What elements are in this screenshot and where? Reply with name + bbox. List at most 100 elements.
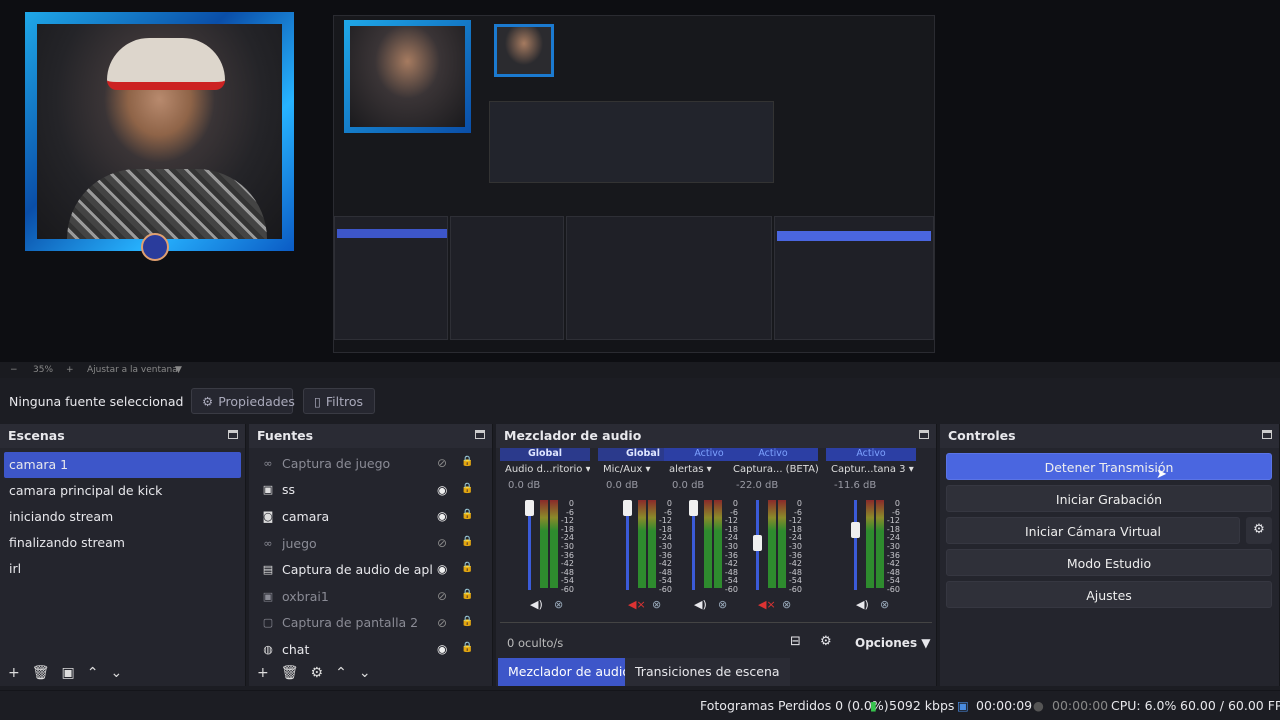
chevron-down-icon[interactable]: ⌄: [110, 665, 122, 681]
scene-list: camara 1 camara principal de kick inicia…: [0, 448, 245, 582]
tab-scene-transitions[interactable]: Transiciones de escena: [625, 658, 790, 686]
filters-button[interactable]: ▯ Filtros: [303, 388, 375, 414]
gamepad-icon: ∞: [263, 456, 273, 470]
chevron-up-icon[interactable]: ⌃: [87, 665, 99, 681]
fit-window-label[interactable]: Ajustar a la ventana: [87, 365, 178, 375]
lock-icon[interactable]: 🔒: [461, 642, 473, 654]
monitor-icon[interactable]: ⊗: [782, 598, 791, 611]
eye-icon[interactable]: ◉: [437, 562, 447, 576]
volume-slider[interactable]: [854, 500, 857, 590]
scene-item[interactable]: iniciando stream: [0, 504, 245, 530]
channel-db: -11.6 dB: [834, 480, 877, 491]
dock-header: Mezclador de audio: [496, 424, 936, 448]
source-item[interactable]: ◙ camara ◉ 🔒: [249, 503, 492, 530]
lock-icon[interactable]: 🔒: [461, 562, 473, 574]
source-item[interactable]: ∞ juego ⊘ 🔒: [249, 530, 492, 557]
settings-button[interactable]: Ajustes: [946, 581, 1272, 608]
channel-tag: Activo: [728, 448, 818, 461]
scene-item[interactable]: finalizando stream: [0, 530, 245, 556]
scene-item[interactable]: camara principal de kick: [0, 478, 245, 504]
eye-off-icon[interactable]: ⊘: [437, 456, 447, 470]
mute-icon[interactable]: ◀×: [628, 598, 646, 611]
lock-icon[interactable]: 🔒: [461, 456, 473, 468]
filter-icon[interactable]: ▣: [62, 665, 75, 681]
db-scale: 0 -6 -12 -18 -24 -30 -36 -42 -48 -54 -60: [886, 499, 900, 594]
chevron-down-icon[interactable]: ▼: [175, 365, 182, 375]
properties-button[interactable]: ⚙ Propiedades: [191, 388, 295, 414]
scene-item[interactable]: irl: [0, 556, 245, 582]
preview-canvas[interactable]: [0, 0, 1280, 362]
source-label: camara: [282, 508, 330, 524]
fps: 60.00 / 60.00 FPS: [1180, 698, 1280, 713]
source-item[interactable]: ▣ oxbrai1 ⊘ 🔒: [249, 583, 492, 610]
volume-knob[interactable]: [851, 521, 860, 538]
eye-off-icon[interactable]: ⊘: [437, 589, 447, 603]
monitor-icon[interactable]: ⊗: [652, 598, 661, 611]
record-icon: ●: [1033, 698, 1044, 713]
undock-icon[interactable]: [228, 430, 238, 439]
mixer-channel: ActivoCaptura... (BETA) ▾ -22.0 dB 0-6-12-…: [728, 448, 818, 618]
eye-icon[interactable]: ◉: [437, 509, 447, 523]
mute-icon[interactable]: ◀): [530, 598, 543, 611]
mute-icon[interactable]: ◀): [856, 598, 869, 611]
lock-icon[interactable]: 🔒: [461, 509, 473, 521]
volume-knob[interactable]: [623, 500, 632, 516]
lock-icon[interactable]: 🔒: [461, 536, 473, 548]
studio-mode-button[interactable]: Modo Estudio: [946, 549, 1272, 576]
zoom-in-button[interactable]: +: [66, 365, 74, 375]
trash-icon[interactable]: 🗑: [32, 665, 50, 681]
gear-icon: ⚙: [202, 393, 214, 409]
gear-icon[interactable]: ⚙: [311, 665, 324, 681]
add-icon[interactable]: +: [257, 665, 269, 681]
trash-icon[interactable]: 🗑: [281, 665, 299, 681]
monitor-icon[interactable]: ⊗: [718, 598, 727, 611]
start-recording-button[interactable]: Iniciar Grabación: [946, 485, 1272, 512]
channel-name[interactable]: Audio d...ritorio ▾: [500, 461, 590, 478]
chevron-down-icon[interactable]: ⌄: [359, 665, 371, 681]
lock-icon[interactable]: 🔒: [461, 616, 473, 628]
channel-tag: Global: [500, 448, 590, 461]
lock-icon[interactable]: 🔒: [461, 483, 473, 495]
advanced-audio-icon[interactable]: ⚙: [820, 634, 832, 649]
scene-item[interactable]: camara 1: [4, 452, 241, 478]
monitor-icon[interactable]: ⊗: [880, 598, 889, 611]
dock-title: Mezclador de audio: [504, 428, 642, 443]
eye-icon[interactable]: ◉: [437, 483, 447, 497]
status-bar: Fotogramas Perdidos 0 (0.0%) ▮ 5092 kbps…: [0, 690, 1280, 720]
volume-knob[interactable]: [689, 500, 698, 516]
volume-knob[interactable]: [753, 535, 762, 552]
lock-icon[interactable]: 🔒: [461, 589, 473, 601]
source-item[interactable]: ∞ Captura de juego ⊘ 🔒: [249, 450, 492, 477]
tab-audio-mixer[interactable]: Mezclador de audio: [498, 658, 640, 686]
undock-icon[interactable]: [919, 430, 929, 439]
dock-title: Controles: [948, 428, 1016, 443]
source-item[interactable]: ▤ Captura de audio de aplicación ◉ 🔒: [249, 556, 492, 583]
layout-icon[interactable]: ⊟: [790, 634, 801, 649]
source-item[interactable]: ▢ Captura de pantalla 2 ⊘ 🔒: [249, 610, 492, 637]
eye-off-icon[interactable]: ⊘: [437, 616, 447, 630]
stop-stream-button[interactable]: Detener Transmisión: [946, 453, 1272, 480]
chevron-up-icon[interactable]: ⌃: [335, 665, 347, 681]
source-item[interactable]: ◍ chat ◉ 🔒: [249, 636, 492, 663]
eye-icon[interactable]: ◉: [437, 642, 447, 656]
gear-icon: ⚙: [1253, 522, 1265, 537]
options-button[interactable]: Opciones ▼: [855, 636, 931, 650]
mute-icon[interactable]: ◀): [694, 598, 707, 611]
cursor-icon: ➤: [1156, 467, 1167, 482]
mute-icon[interactable]: ◀×: [758, 598, 776, 611]
volume-knob[interactable]: [525, 500, 534, 516]
channel-name[interactable]: Captura... (BETA) ▾: [728, 461, 818, 478]
eye-off-icon[interactable]: ⊘: [437, 536, 447, 550]
undock-icon[interactable]: [475, 430, 485, 439]
zoom-out-button[interactable]: −: [10, 365, 18, 375]
add-icon[interactable]: +: [8, 665, 20, 681]
virtual-camera-settings-button[interactable]: ⚙: [1246, 517, 1272, 544]
source-label: chat: [282, 641, 310, 657]
no-source-label: Ninguna fuente seleccionad: [9, 394, 184, 409]
source-label: ss: [282, 482, 296, 498]
source-item[interactable]: ▣ ss ◉ 🔒: [249, 477, 492, 504]
monitor-icon[interactable]: ⊗: [554, 598, 563, 611]
channel-name[interactable]: Captur...tana 3 ▾: [826, 461, 916, 478]
virtual-camera-button[interactable]: Iniciar Cámara Virtual: [946, 517, 1240, 544]
undock-icon[interactable]: [1262, 430, 1272, 439]
